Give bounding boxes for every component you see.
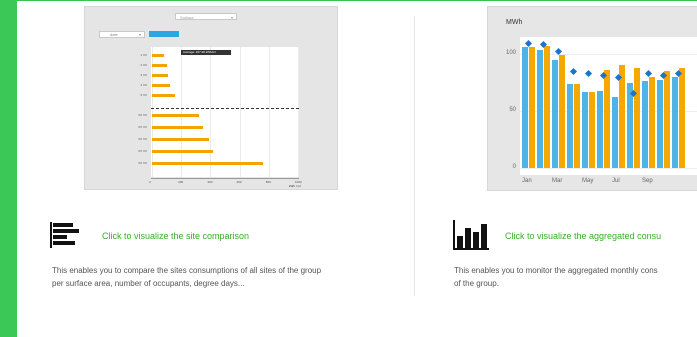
y-label: XX XX (138, 137, 147, 141)
x-tick-label: Jan (522, 178, 532, 184)
bar-orange (574, 83, 580, 168)
bar-orange (649, 76, 655, 168)
x-tick-label: Jul (612, 178, 620, 184)
y-tick-label: 50 (509, 107, 516, 114)
y-tick-label: 0 (512, 164, 516, 170)
top-accent-line (17, 0, 697, 1)
bar-blue (612, 97, 618, 168)
y-label: 3 XX (140, 73, 147, 77)
bar-orange (619, 65, 625, 168)
bar-blue (537, 49, 543, 168)
y-label: XX XX (138, 149, 147, 153)
grid-line (210, 47, 212, 177)
bar-orange (634, 67, 640, 168)
bar-orange (604, 70, 610, 168)
bar-orange (559, 55, 565, 168)
y-label: XX XX (138, 161, 147, 165)
y-label: XX XX (138, 113, 147, 117)
surface-select: Surface ▾ (175, 13, 237, 20)
site-comparison-description: This enables you to compare the sites co… (52, 266, 322, 288)
bar-orange (679, 67, 685, 168)
vertical-bar-chart-icon[interactable] (453, 220, 489, 250)
bar-blue (642, 81, 648, 168)
comparison-bar (152, 84, 170, 87)
comparison-bar (152, 54, 164, 57)
column-divider (414, 16, 415, 296)
x-tick-label: 600 (236, 180, 242, 184)
x-tick-label: 200 (178, 180, 184, 184)
y-label: 4 XX (140, 83, 147, 87)
bar-orange (544, 46, 550, 168)
horizontal-bar-chart-icon[interactable] (50, 222, 82, 248)
aggregated-consumption-preview[interactable]: MWh 100 50 0 Jan Mar May Jul Sep (487, 6, 697, 191)
x-unit: kWh / m² (289, 184, 301, 188)
comparison-bar (152, 126, 204, 129)
site-comparison-link[interactable]: Click to visualize the site comparison (102, 231, 249, 241)
comparison-bar (152, 74, 169, 77)
bar-blue (522, 47, 528, 168)
comparison-bar (152, 138, 209, 141)
x-tick-label: 800 (265, 180, 271, 184)
aggregated-consumption-description: This enables you to monitor the aggregat… (454, 266, 658, 288)
x-axis (151, 178, 299, 179)
x-tick-label: Sep (642, 178, 653, 184)
comparison-bar (152, 64, 167, 67)
comparison-bar (152, 114, 199, 117)
aggregated-consumption-link[interactable]: Click to visualize the aggregated consu (505, 231, 661, 241)
y-label: 5 XX (140, 93, 147, 97)
grid-line (239, 47, 241, 177)
bar-blue (567, 83, 573, 168)
bar-blue (552, 59, 558, 168)
x-tick-label: 400 (207, 180, 213, 184)
bar-orange (529, 47, 535, 168)
y-label: 1 XX (140, 53, 147, 57)
y-tick-label: 100 (505, 50, 516, 57)
comparison-bar (152, 162, 263, 165)
x-tick-label: May (582, 178, 594, 184)
y-label: 2 XX (140, 63, 147, 67)
bar-blue (597, 90, 603, 168)
average-line (151, 108, 299, 109)
y-unit: MWh (506, 19, 523, 26)
bar-orange (589, 91, 595, 168)
average-tooltip: Average: 207.36 kWh/m² (181, 50, 231, 55)
comparison-bar (152, 94, 176, 97)
bar-orange (664, 71, 670, 168)
grid-line (181, 47, 183, 177)
left-accent-bar (0, 0, 17, 337)
grid-line (268, 47, 270, 177)
comparison-bar (152, 150, 214, 153)
grid-line (298, 47, 299, 177)
active-tab-indicator (149, 31, 179, 37)
date-select: date ▾ (99, 31, 145, 38)
bar-blue (657, 80, 663, 168)
y-label: XX XX (138, 125, 147, 129)
grid-line (520, 168, 697, 169)
bar-blue (582, 91, 588, 168)
comparison-chart-area (151, 47, 299, 177)
site-comparison-preview[interactable]: Surface ▾ date ▾ 0 200 400 600 800 1000 Average… (84, 6, 338, 190)
x-tick-label: 0 (149, 180, 151, 184)
x-tick-label: Mar (552, 178, 563, 184)
bar-blue (672, 76, 678, 168)
